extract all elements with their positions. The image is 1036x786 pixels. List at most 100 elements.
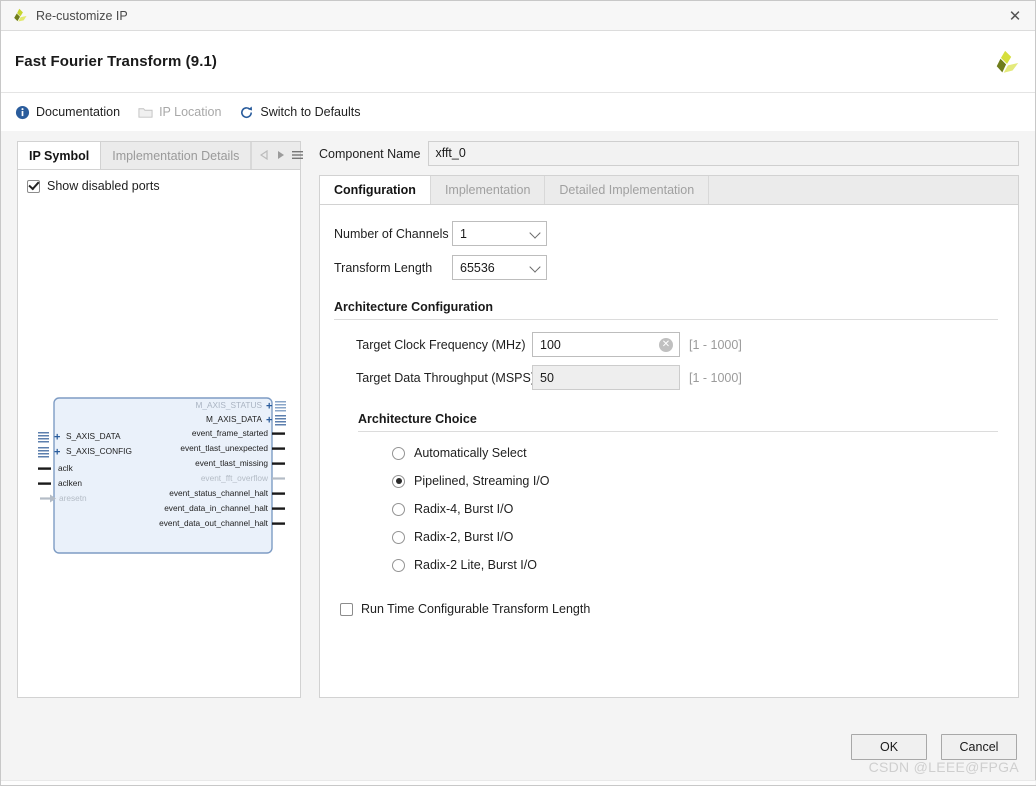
switch-to-defaults-label: Switch to Defaults [260,105,361,119]
ip-symbol-panel: IP Symbol Implementation Details Show di… [17,141,304,698]
radio-button-icon [392,530,405,544]
section-divider [334,319,998,320]
svg-text:event_fft_overflow: event_fft_overflow [201,473,269,483]
target-data-throughput-input: 50 [532,365,680,390]
tab-configuration[interactable]: Configuration [320,176,431,204]
xilinx-logo-icon [14,8,27,21]
number-of-channels-value: 1 [460,226,467,241]
svg-text:M_AXIS_DATA: M_AXIS_DATA [206,414,262,424]
svg-text:event_tlast_missing: event_tlast_missing [195,458,268,468]
configuration-panel: Component Name xfft_0 Configuration Impl… [319,141,1019,698]
target-data-throughput-label: Target Data Throughput (MSPS) [356,370,536,385]
radio-pipelined-streaming-io[interactable]: Pipelined, Streaming I/O [392,474,998,488]
folder-icon [138,107,153,118]
radio-label: Pipelined, Streaming I/O [414,474,550,488]
triangle-right-icon[interactable] [276,147,285,165]
radio-button-icon [392,558,405,572]
ip-location-button[interactable]: IP Location [138,105,221,120]
component-name-input[interactable]: xfft_0 [428,141,1019,166]
dialog-header: Fast Fourier Transform (9.1) [1,31,1035,93]
ip-symbol-diagram: M_AXIS_STATUS + M_AXIS_DATA + event_fram… [38,397,286,554]
watermark: CSDN @LEEE@FPGA [868,759,1019,775]
documentation-label: Documentation [36,105,121,119]
switch-to-defaults-button[interactable]: Switch to Defaults [239,105,360,120]
number-of-channels-select[interactable]: 1 [452,221,547,246]
bottom-edge [1,780,1036,785]
radio-label: Radix-2 Lite, Burst I/O [414,558,537,572]
xilinx-brand-logo [996,50,1019,73]
refresh-icon [241,106,253,118]
transform-length-label: Transform Length [334,260,433,275]
svg-text:+: + [266,415,272,427]
tab-implementation-details[interactable]: Implementation Details [101,142,252,169]
svg-text:M_AXIS_STATUS: M_AXIS_STATUS [195,400,262,410]
section-divider [358,431,998,432]
configuration-tabstrip: Configuration Implementation Detailed Im… [319,175,1019,204]
action-toolbar: Documentation IP Location Switch to Defa… [1,93,1035,131]
svg-text:aclk: aclk [58,463,74,473]
svg-text:event_tlast_unexpected: event_tlast_unexpected [180,443,268,453]
transform-length-value: 65536 [460,260,495,275]
ok-button[interactable]: OK [851,734,927,760]
dialog-body: IP Symbol Implementation Details Show di… [1,131,1035,723]
radio-radix-2-burst-io[interactable]: Radix-2, Burst I/O [392,530,998,544]
checkbox-box-icon [340,602,353,616]
radio-radix-2-lite-burst-io[interactable]: Radix-2 Lite, Burst I/O [392,558,998,572]
target-clock-frequency-range: [1 - 1000] [689,337,742,352]
svg-text:S_AXIS_CONFIG: S_AXIS_CONFIG [66,446,132,456]
svg-text:event_frame_started: event_frame_started [192,428,268,438]
target-data-throughput-row: Target Data Throughput (MSPS) 50 [1 - 10… [334,365,998,390]
radio-label: Automatically Select [414,446,527,460]
chevron-down-icon [529,260,541,273]
target-data-throughput-range: [1 - 1000] [689,370,742,385]
svg-text:+: + [266,401,272,413]
close-icon[interactable]: ✕ [1001,3,1029,29]
radio-button-selected-icon [392,474,405,488]
target-clock-frequency-input[interactable]: 100 ✕ [532,332,680,357]
target-data-throughput-value: 50 [540,370,554,385]
transform-length-select[interactable]: 65536 [452,255,547,280]
target-clock-frequency-label: Target Clock Frequency (MHz) [356,337,526,352]
title-bar: Re-customize IP ✕ [1,1,1035,31]
architecture-choice-title: Architecture Choice [358,412,477,426]
architecture-choice-radio-group: Automatically Select Pipelined, Streamin… [334,446,998,572]
page-title: Fast Fourier Transform (9.1) [15,53,218,70]
radio-label: Radix-4, Burst I/O [414,502,514,516]
ip-location-label: IP Location [159,105,222,119]
tab-navigation [251,142,311,169]
component-name-label: Component Name [319,146,421,161]
svg-text:+: + [54,447,60,459]
svg-text:+: + [54,432,60,444]
svg-text:event_status_channel_halt: event_status_channel_halt [169,488,268,498]
cancel-button[interactable]: Cancel [941,734,1017,760]
tab-ip-symbol[interactable]: IP Symbol [18,142,102,169]
svg-text:event_data_out_channel_halt: event_data_out_channel_halt [159,518,269,528]
svg-text:event_data_in_channel_halt: event_data_in_channel_halt [164,503,268,513]
triangle-left-icon[interactable] [260,147,269,165]
radio-radix-4-burst-io[interactable]: Radix-4, Burst I/O [392,502,998,516]
number-of-channels-row: Number of Channels 1 [334,221,998,246]
documentation-button[interactable]: Documentation [15,105,120,120]
left-tabstrip: IP Symbol Implementation Details [17,141,304,169]
run-time-configurable-checkbox[interactable]: Run Time Configurable Transform Length [340,602,998,616]
transform-length-row: Transform Length 65536 [334,255,998,280]
configuration-content: Number of Channels 1 Transform Length 65… [319,204,1019,698]
chevron-down-icon [529,226,541,239]
clear-circle-icon[interactable]: ✕ [659,337,673,352]
window-title: Re-customize IP [36,8,128,23]
tab-detailed-implementation[interactable]: Detailed Implementation [545,176,710,204]
radio-automatically-select[interactable]: Automatically Select [392,446,998,460]
number-of-channels-label: Number of Channels [334,226,449,241]
radio-label: Radix-2, Burst I/O [414,530,514,544]
dialog-footer: OK Cancel CSDN @LEEE@FPGA [1,723,1035,785]
tab-implementation[interactable]: Implementation [430,176,546,204]
symbol-canvas: Show disabled ports M_AXIS_STATUS + M_AX… [17,169,301,698]
re-customize-ip-dialog: Re-customize IP ✕ Fast Fourier Transform… [0,0,1036,786]
svg-text:S_AXIS_DATA: S_AXIS_DATA [66,431,121,441]
radio-button-icon [392,502,405,516]
target-clock-frequency-value: 100 [540,337,561,352]
info-icon [15,105,30,119]
svg-text:aclken: aclken [58,478,82,488]
hamburger-menu-icon[interactable] [292,147,304,165]
architecture-configuration-title: Architecture Configuration [334,300,494,314]
